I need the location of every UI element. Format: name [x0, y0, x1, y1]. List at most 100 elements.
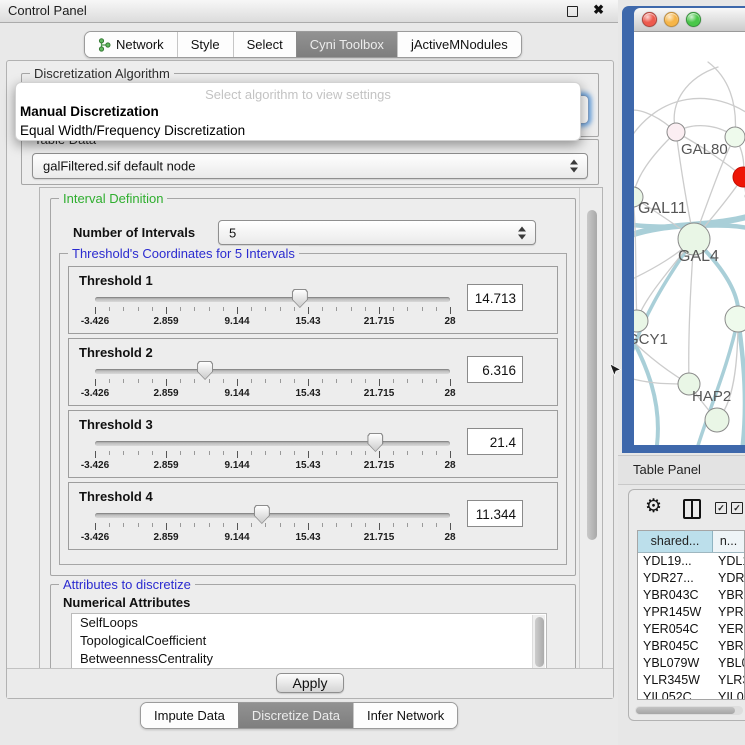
- threshold-panel: Threshold 3-3.4262.8599.14415.4321.71528…: [68, 410, 558, 478]
- network-edge[interactable]: [634, 132, 676, 197]
- gear-icon[interactable]: ⚙: [645, 495, 662, 519]
- tab-label: Discretize Data: [252, 708, 340, 723]
- network-edge[interactable]: [634, 197, 637, 321]
- table-data-combobox[interactable]: galFiltered.sif default node: [32, 153, 588, 179]
- tick-mark: [194, 523, 195, 527]
- tick-label: 15.43: [295, 316, 320, 327]
- table-row[interactable]: YBR045CYBR0: [638, 638, 744, 655]
- tab-impute-data[interactable]: Impute Data: [141, 703, 238, 728]
- checkbox-icon[interactable]: ✓: [731, 502, 743, 514]
- tab-jactivemnodules[interactable]: jActiveMNodules: [397, 32, 521, 57]
- float-window-icon[interactable]: [567, 6, 578, 17]
- horizontal-scrollbar[interactable]: [635, 706, 743, 715]
- tick-mark: [450, 379, 451, 386]
- threshold-value-field[interactable]: 21.4: [467, 428, 523, 455]
- network-view-window[interactable]: GAL80GACGAL11GAL4HGCY1HAP2: [622, 6, 745, 453]
- dropdown-option[interactable]: Equal Width/Frequency Discretization: [16, 121, 580, 140]
- tab-discretize-data[interactable]: Discretize Data: [238, 703, 353, 728]
- table-row[interactable]: YER054CYER0: [638, 621, 744, 638]
- column-layout-icon[interactable]: [683, 499, 701, 519]
- tick-label: 2.859: [153, 460, 178, 471]
- table-row[interactable]: YLR345WYLR3: [638, 672, 744, 689]
- zoom-traffic-light[interactable]: [686, 12, 701, 27]
- node-attribute-table[interactable]: shared...n... YDL19...YDL1YDR27...YDR2YB…: [637, 530, 745, 700]
- close-traffic-light[interactable]: [642, 12, 657, 27]
- column-header[interactable]: shared...: [638, 531, 713, 552]
- control-panel-body: Discretization Algorithm Select algorith…: [6, 60, 614, 699]
- thresholds-group: Threshold's Coordinates for 5 Intervals …: [59, 253, 567, 565]
- table-row[interactable]: YIL052CYIL0: [638, 689, 744, 700]
- numerical-attributes-list[interactable]: SelfLoopsTopologicalCoefficientBetweenne…: [71, 613, 547, 670]
- attributes-list-scrollbar[interactable]: [532, 615, 545, 670]
- slider-thumb-face: [293, 290, 307, 307]
- checkbox-icon[interactable]: ✓: [715, 502, 727, 514]
- table-cell: YDL1: [712, 553, 744, 570]
- network-node[interactable]: [725, 306, 745, 332]
- table-row[interactable]: YPR145WYPR1: [638, 604, 744, 621]
- network-node[interactable]: [725, 127, 745, 147]
- tick-mark: [436, 307, 437, 311]
- scrollbar-thumb[interactable]: [535, 617, 544, 667]
- tick-label: 9.144: [224, 316, 249, 327]
- attribute-list-item[interactable]: BetweennessCentrality: [72, 650, 546, 668]
- column-header[interactable]: n...: [713, 531, 744, 552]
- tick-mark: [379, 523, 380, 530]
- table-row[interactable]: YDL19...YDL1: [638, 553, 744, 570]
- threshold-value-field[interactable]: 14.713: [467, 284, 523, 311]
- tick-mark: [138, 451, 139, 455]
- scrollbar-thumb[interactable]: [636, 707, 735, 714]
- network-edge[interactable]: [738, 319, 745, 445]
- tick-mark: [422, 523, 423, 527]
- slider-thumb[interactable]: [197, 361, 213, 380]
- slider-track: [95, 369, 450, 374]
- apply-button[interactable]: Apply: [276, 673, 343, 693]
- combo-stepper-icon[interactable]: [570, 160, 579, 173]
- node-label: HAP2: [692, 388, 731, 405]
- table-row[interactable]: YDR27...YDR2: [638, 570, 744, 587]
- tab-select[interactable]: Select: [233, 32, 296, 57]
- tick-label: 15.43: [295, 460, 320, 471]
- tick-mark: [109, 451, 110, 455]
- tab-infer-network[interactable]: Infer Network: [353, 703, 457, 728]
- tab-style[interactable]: Style: [177, 32, 233, 57]
- threshold-value-field[interactable]: 11.344: [467, 500, 523, 527]
- network-node[interactable]: [634, 310, 648, 332]
- attribute-list-item[interactable]: TopologicalCoefficient: [72, 632, 546, 650]
- dropdown-option[interactable]: Manual Discretization: [16, 102, 580, 121]
- slider-track: [95, 297, 450, 302]
- combo-stepper-icon[interactable]: [518, 226, 527, 239]
- minimize-traffic-light[interactable]: [664, 12, 679, 27]
- control-panel-titlebar: Control Panel ✖: [0, 0, 618, 23]
- number-of-intervals-value: 5: [229, 225, 236, 240]
- node-label: GAL80: [681, 141, 728, 158]
- tick-mark: [436, 451, 437, 455]
- attribute-list-item[interactable]: SelfLoops: [72, 614, 546, 632]
- network-node[interactable]: [667, 123, 685, 141]
- network-canvas[interactable]: GAL80GACGAL11GAL4HGCY1HAP2: [634, 32, 745, 445]
- slider-thumb[interactable]: [292, 289, 308, 308]
- node-label: GAL4: [678, 248, 719, 265]
- table-panel-title: Table Panel: [633, 462, 701, 477]
- table-row[interactable]: YBR043CYBR0: [638, 587, 744, 604]
- threshold-slider[interactable]: -3.4262.8599.14415.4321.71528: [95, 339, 450, 405]
- threshold-value-field[interactable]: 6.316: [467, 356, 523, 383]
- table-row[interactable]: YBL079WYBL0: [638, 655, 744, 672]
- threshold-slider[interactable]: -3.4262.8599.14415.4321.71528: [95, 411, 450, 477]
- tick-mark: [265, 379, 266, 383]
- close-icon[interactable]: ✖: [593, 2, 604, 18]
- tick-mark: [251, 451, 252, 455]
- tick-mark: [436, 379, 437, 383]
- slider-thumb[interactable]: [367, 433, 383, 452]
- table-cell: YER054C: [638, 621, 712, 638]
- network-node[interactable]: [705, 408, 729, 432]
- threshold-slider[interactable]: -3.4262.8599.14415.4321.71528: [95, 483, 450, 549]
- tab-network[interactable]: Network: [85, 32, 177, 57]
- tick-mark: [280, 379, 281, 383]
- tab-cyni-toolbox[interactable]: Cyni Toolbox: [296, 32, 397, 57]
- threshold-slider[interactable]: -3.4262.8599.14415.4321.71528: [95, 267, 450, 333]
- tick-label: 9.144: [224, 460, 249, 471]
- slider-thumb[interactable]: [254, 505, 270, 524]
- tick-mark: [393, 379, 394, 383]
- number-of-intervals-combobox[interactable]: 5: [218, 220, 536, 245]
- vertical-scrollbar-thumb[interactable]: [587, 210, 597, 540]
